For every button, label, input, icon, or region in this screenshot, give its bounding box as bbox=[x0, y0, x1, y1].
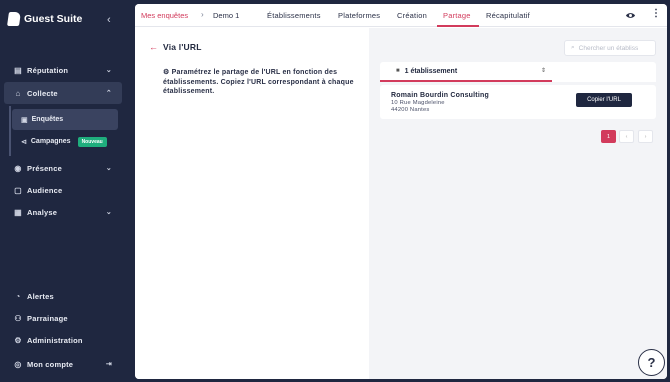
chevron-down-icon: ⌄ bbox=[105, 209, 112, 216]
logo-icon bbox=[7, 12, 21, 26]
new-badge: Nouveau bbox=[77, 136, 107, 147]
chart-icon: ▦ bbox=[14, 207, 22, 217]
pin-icon: ◉ bbox=[14, 163, 22, 173]
establishment-card: Romain Bourdin Consulting 10 Rue Magdele… bbox=[380, 85, 656, 119]
sidebar-item-alertes[interactable]: ◔ Alertes bbox=[4, 286, 122, 306]
breadcrumb-separator: › bbox=[201, 10, 204, 19]
bell-icon: ◔ bbox=[15, 291, 21, 301]
user-icon: ◎ bbox=[14, 359, 22, 369]
sidebar-item-audience[interactable]: ▢ Audience bbox=[4, 180, 122, 200]
establishment-name: Romain Bourdin Consulting bbox=[391, 92, 489, 99]
sidebar-item-mon-compte[interactable]: ◎ Mon compte ⇥ bbox=[4, 354, 122, 374]
prev-page-button[interactable]: ‹ bbox=[619, 130, 634, 143]
chat-icon: ▢ bbox=[14, 185, 22, 195]
chat-icon: ▤ bbox=[14, 65, 22, 75]
tab-plateformes[interactable]: Plateformes bbox=[338, 11, 380, 20]
share-url-panel: ← Via l'URL ⚙ Paramétrez le partage de l… bbox=[135, 28, 369, 379]
sidebar-item-analyse[interactable]: ▦ Analyse ⌄ bbox=[4, 202, 122, 222]
chevron-down-icon: ⌄ bbox=[105, 165, 112, 172]
lock-icon: ⌂ bbox=[15, 88, 21, 98]
search-input[interactable]: ⌕ Chercher un établiss bbox=[564, 40, 656, 56]
establishments-panel: ⌕ Chercher un établiss ■ 1 établissement… bbox=[369, 28, 667, 379]
active-tab-indicator bbox=[437, 25, 479, 27]
copy-url-button[interactable]: Copier l'URL bbox=[576, 93, 632, 107]
chevron-down-icon: ⌄ bbox=[105, 67, 112, 74]
logo[interactable]: Guest Suite bbox=[7, 12, 83, 26]
breadcrumb-current: Demo 1 bbox=[213, 11, 240, 20]
building-icon: ■ bbox=[396, 68, 400, 74]
sidebar-item-collecte[interactable]: ⌂ Collecte ⌃ bbox=[4, 82, 122, 104]
sort-icon: ⇕ bbox=[541, 68, 547, 74]
users-icon: ⚇ bbox=[14, 313, 22, 323]
tab-recapitulatif[interactable]: Récapitulatif bbox=[486, 11, 530, 20]
eye-icon[interactable] bbox=[625, 10, 636, 21]
sidebar: Guest Suite ‹ ▤ Réputation ⌄ ⌂ Collecte … bbox=[0, 0, 134, 382]
next-page-button[interactable]: › bbox=[638, 130, 653, 143]
gear-icon: ⚙ bbox=[163, 69, 172, 76]
tab-etablissements[interactable]: Établissements bbox=[267, 11, 321, 20]
establishment-filter-select[interactable]: ■ 1 établissement bbox=[380, 62, 552, 82]
tab-partage[interactable]: Partage bbox=[443, 11, 471, 20]
sidebar-item-campagnes[interactable]: ⊲ Campagnes Nouveau bbox=[12, 131, 118, 152]
back-arrow-icon[interactable]: ← bbox=[149, 42, 158, 52]
search-icon: ⌕ bbox=[571, 44, 575, 51]
sidebar-item-parrainage[interactable]: ⚇ Parrainage bbox=[4, 308, 122, 328]
tab-creation[interactable]: Création bbox=[397, 11, 427, 20]
megaphone-icon: ⊲ bbox=[21, 138, 27, 146]
sidebar-item-presence[interactable]: ◉ Présence ⌄ bbox=[4, 158, 122, 178]
breadcrumb-parent[interactable]: Mes enquêtes bbox=[141, 11, 188, 20]
gear-icon: ⚙ bbox=[14, 335, 22, 345]
sidebar-item-administration[interactable]: ⚙ Administration bbox=[4, 330, 122, 350]
more-options-icon[interactable]: ⋮ bbox=[651, 8, 661, 19]
sidebar-item-reputation[interactable]: ▤ Réputation ⌄ bbox=[4, 60, 122, 80]
doc-icon: ▣ bbox=[21, 116, 28, 124]
establishment-address: 10 Rue Magdeleine 44200 Nantes bbox=[391, 100, 445, 113]
logo-text: Guest Suite bbox=[24, 13, 83, 25]
panel-description: ⚙ Paramétrez le partage de l'URL en fonc… bbox=[163, 69, 354, 95]
top-bar: Mes enquêtes › Demo 1 Établissements Pla… bbox=[135, 4, 667, 27]
help-button[interactable]: ? bbox=[638, 349, 665, 376]
page-1-button[interactable]: 1 bbox=[601, 130, 616, 143]
panel-title: Via l'URL bbox=[163, 42, 202, 52]
collapse-sidebar-button[interactable]: ‹ bbox=[107, 14, 111, 26]
logout-icon[interactable]: ⇥ bbox=[106, 360, 112, 368]
chevron-up-icon: ⌃ bbox=[105, 90, 112, 97]
submenu-rail bbox=[9, 106, 11, 156]
main-content: Mes enquêtes › Demo 1 Établissements Pla… bbox=[135, 4, 667, 379]
sidebar-item-enquetes[interactable]: ▣ Enquêtes bbox=[12, 109, 118, 130]
